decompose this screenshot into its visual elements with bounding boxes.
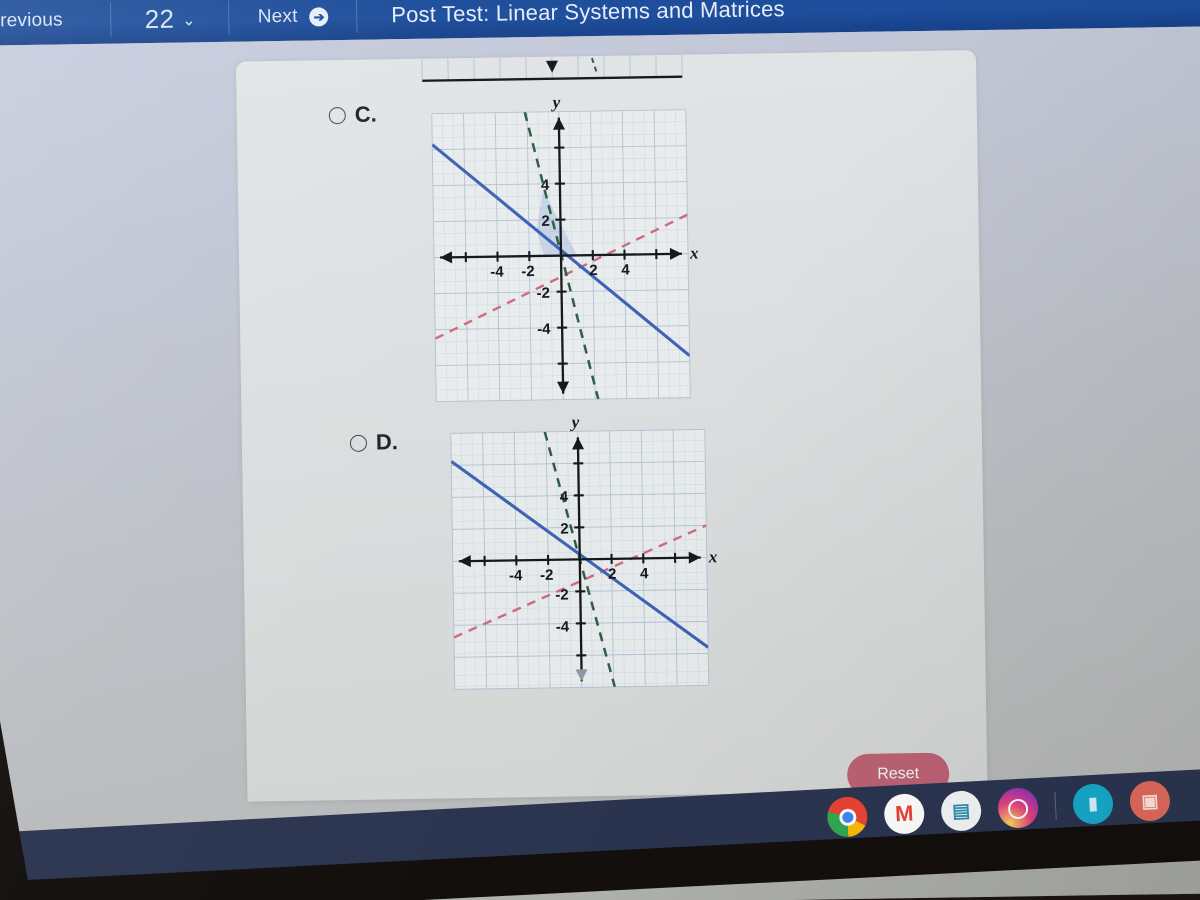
previous-option-graph-clipped (416, 54, 686, 85)
xtick-label-2: 2 (589, 262, 598, 279)
chevron-down-icon: ⌄ (182, 12, 196, 30)
ytick-label--4: -4 (537, 321, 551, 338)
ytick-label-4: 4 (541, 177, 550, 194)
y-axis-label: y (569, 412, 579, 431)
question-card: C. y x -4 -2 2 4 4 2 -2 -4 D. y x -4 -2 … (235, 50, 988, 802)
graph-c: y x -4 -2 2 4 4 2 -2 -4 (413, 87, 708, 422)
xtick-label-2: 2 (608, 566, 617, 583)
instagram-icon[interactable]: ◯ (997, 786, 1040, 829)
files-icon[interactable]: ▮ (1071, 783, 1115, 831)
ytick-label-4: 4 (560, 489, 569, 506)
graph-d: y x -4 -2 2 4 4 2 -2 -4 (432, 407, 727, 712)
y-axis-label: y (550, 93, 560, 112)
xtick-label--4: -4 (509, 567, 523, 584)
radio-option-c[interactable] (328, 106, 346, 125)
xtick-label--4: -4 (490, 264, 504, 281)
ytick-label--4: -4 (556, 619, 570, 636)
x-axis-label: x (708, 547, 718, 566)
chrome-icon[interactable] (826, 795, 869, 838)
drive-doc-icon[interactable]: ▤ (940, 789, 983, 832)
ytick-label-2: 2 (541, 213, 550, 230)
previous-label: Previous (0, 9, 63, 32)
question-page: C. y x -4 -2 2 4 4 2 -2 -4 D. y x -4 -2 … (0, 26, 1200, 836)
xtick-label-4: 4 (640, 565, 649, 582)
xtick-label--2: -2 (521, 263, 535, 280)
gmail-icon[interactable]: M (883, 792, 926, 835)
option-c-letter: C. (354, 101, 377, 127)
xtick-label-4: 4 (621, 262, 630, 279)
previous-question-button[interactable]: Previous (0, 0, 112, 46)
option-d-letter: D. (375, 429, 399, 455)
option-c[interactable]: C. y x -4 -2 2 4 4 2 -2 -4 (328, 93, 714, 437)
ytick-label--2: -2 (555, 587, 569, 604)
x-axis-label: x (689, 243, 699, 262)
next-question-button[interactable]: Next ➔ (229, 0, 358, 42)
ytick-label-2: 2 (560, 521, 569, 538)
option-d[interactable]: D. y x -4 -2 2 4 4 2 -2 -4 (349, 412, 735, 735)
xtick-label--2: -2 (540, 567, 554, 584)
monitor-screen: Previous 22 ⌄ Next ➔ Post Test: Linear S… (0, 0, 1200, 900)
dock-divider (1054, 791, 1057, 820)
chrome-icon-center (838, 807, 857, 826)
photos-icon[interactable]: ▣ (1128, 780, 1171, 828)
arrow-right-circle-icon: ➔ (309, 6, 329, 27)
next-label: Next (257, 5, 298, 28)
radio-option-d[interactable] (349, 434, 368, 452)
ytick-label--2: -2 (536, 285, 550, 302)
question-number-dropdown[interactable]: 22 ⌄ (111, 0, 230, 44)
question-number: 22 (144, 3, 175, 34)
